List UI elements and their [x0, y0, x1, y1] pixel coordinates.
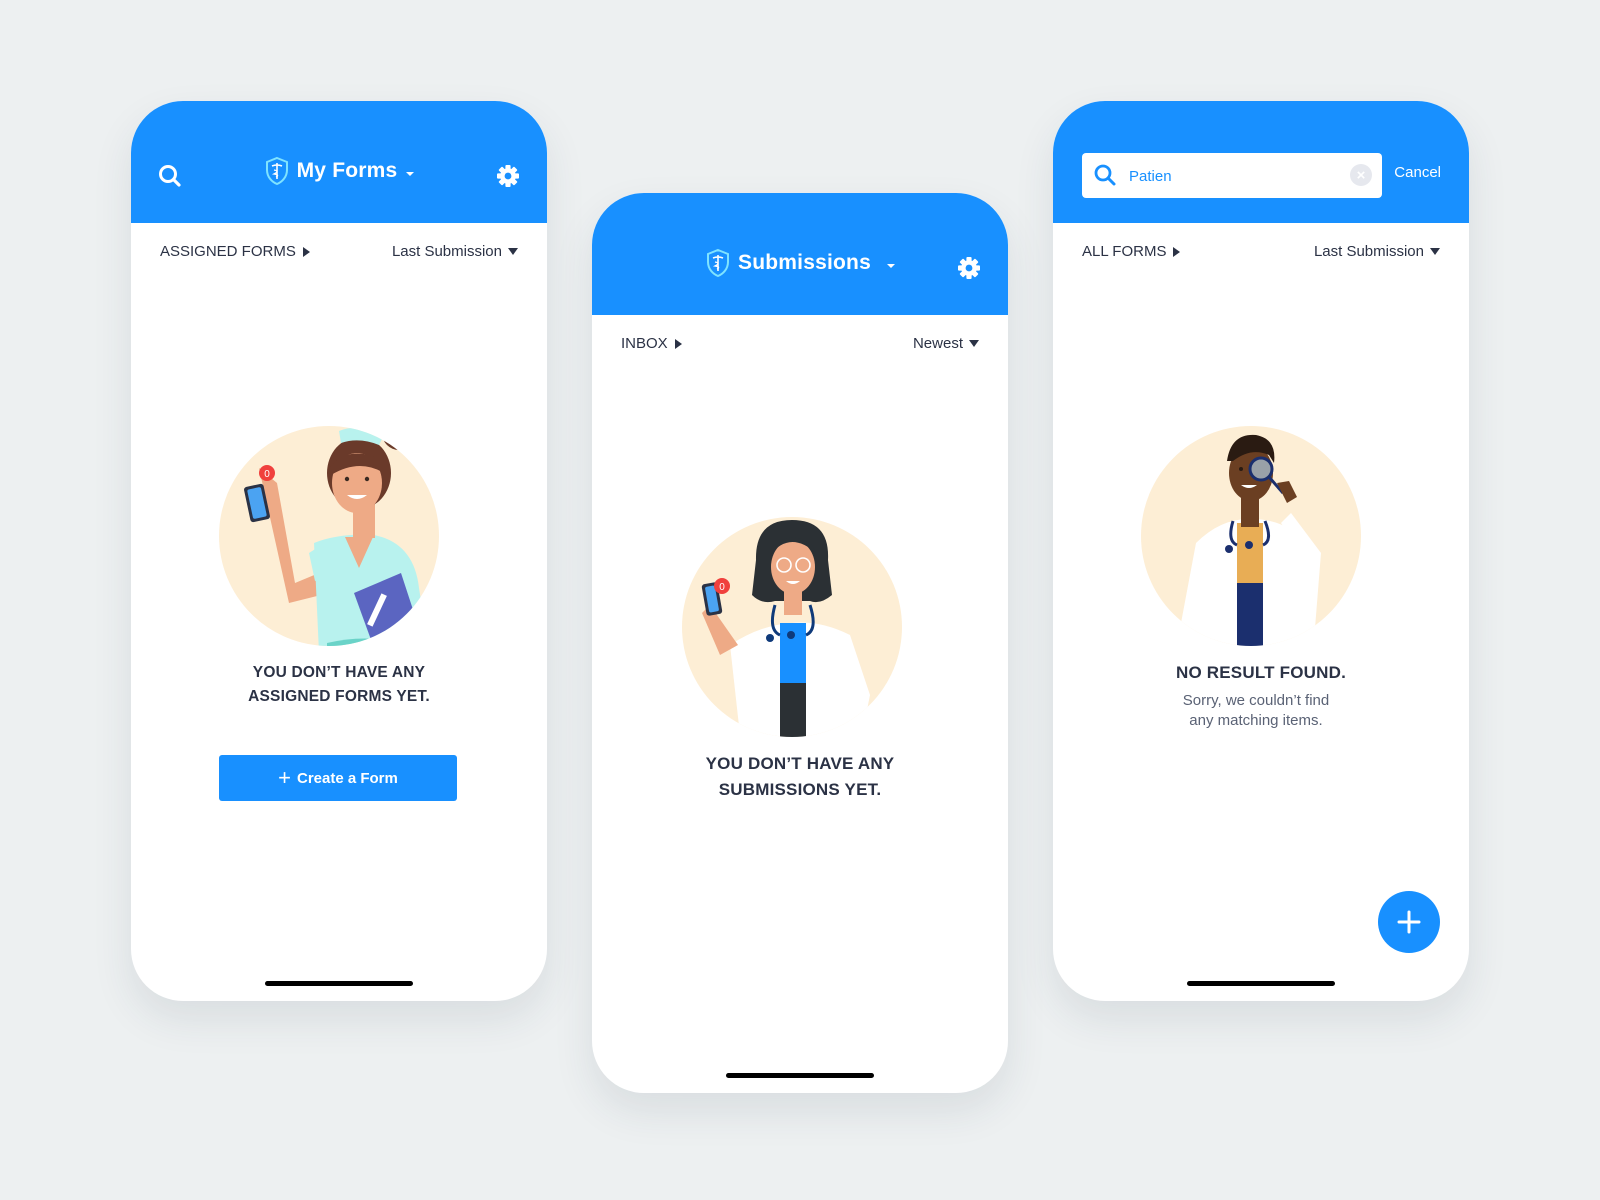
empty-state-title: YOU DON’T HAVE ANY SUBMISSIONS YET. — [592, 751, 1008, 803]
filter-label: ASSIGNED FORMS — [160, 243, 296, 260]
empty-title-line-2: ASSIGNED FORMS YET. — [248, 688, 430, 705]
home-indicator[interactable] — [1187, 981, 1335, 986]
caret-right-icon — [674, 338, 682, 349]
empty-sub-line-1: Sorry, we couldn’t find — [1182, 692, 1330, 709]
plus-icon — [1397, 910, 1421, 934]
search-field[interactable]: × — [1082, 153, 1382, 198]
sort-dropdown[interactable]: Newest — [913, 335, 979, 352]
badge-count: 0 — [264, 469, 270, 480]
empty-title-line-1: YOU DON’T HAVE ANY — [252, 664, 426, 681]
create-form-label: Create a Form — [296, 769, 398, 787]
create-form-button[interactable]: + Create a Form — [219, 755, 457, 801]
empty-sub-line-2: any matching items. — [1189, 712, 1323, 729]
empty-title-line-2: SUBMISSIONS YET. — [718, 780, 882, 799]
filter-dropdown[interactable]: INBOX — [621, 335, 682, 352]
app-header: My Forms — [131, 101, 547, 223]
phone-search: × Cancel ALL FORMS Last Submission — [1053, 101, 1469, 1001]
caret-down-icon — [1430, 248, 1440, 255]
sort-dropdown[interactable]: Last Submission — [392, 243, 518, 260]
sort-label: Last Submission — [1313, 243, 1424, 260]
title-dropdown[interactable]: Submissions — [592, 248, 1008, 278]
shield-caduceus-icon — [265, 156, 288, 186]
chevron-down-icon — [886, 264, 895, 268]
search-input[interactable] — [1127, 163, 1341, 189]
caret-down-icon — [508, 248, 518, 255]
empty-state-title: YOU DON’T HAVE ANY ASSIGNED FORMS YET. — [131, 661, 547, 709]
title-dropdown[interactable]: My Forms — [131, 156, 547, 186]
doctor-magnifier-illustration — [1141, 426, 1361, 646]
filter-dropdown[interactable]: ASSIGNED FORMS — [160, 243, 310, 260]
doctor-illustration: 0 — [682, 517, 902, 737]
empty-title-line-1: YOU DON’T HAVE ANY — [705, 754, 895, 773]
add-button[interactable] — [1378, 891, 1440, 953]
cancel-button[interactable]: Cancel — [1394, 164, 1441, 181]
app-header: × Cancel — [1053, 101, 1469, 223]
phone-my-forms: My Forms ASSIGNED FORMS Last Submission — [131, 101, 547, 1001]
sort-label: Newest — [912, 335, 963, 352]
page-title: Submissions — [738, 251, 871, 274]
nurse-illustration: 0 — [219, 426, 439, 646]
sort-label: Last Submission — [391, 243, 502, 260]
home-indicator[interactable] — [265, 981, 413, 986]
filter-bar: ALL FORMS Last Submission — [1053, 223, 1469, 281]
shield-caduceus-icon — [707, 248, 730, 278]
phone-submissions: Submissions INBOX Newest 0 YOU DON’T HAV… — [592, 193, 1008, 1093]
empty-state-subtitle: Sorry, we couldn’t find any matching ite… — [1053, 691, 1469, 731]
filter-label: ALL FORMS — [1082, 243, 1167, 260]
gear-icon[interactable] — [495, 163, 521, 189]
filter-bar: INBOX Newest — [592, 315, 1008, 373]
badge-count: 0 — [719, 582, 725, 593]
filter-bar: ASSIGNED FORMS Last Submission — [131, 223, 547, 281]
page-title: My Forms — [296, 159, 398, 182]
chevron-down-icon — [406, 172, 415, 176]
filter-dropdown[interactable]: ALL FORMS — [1082, 243, 1181, 260]
caret-right-icon — [1173, 246, 1181, 257]
gear-icon[interactable] — [956, 255, 982, 281]
sort-dropdown[interactable]: Last Submission — [1314, 243, 1440, 260]
app-header: Submissions — [592, 193, 1008, 315]
caret-right-icon — [302, 246, 310, 257]
plus-icon: + — [278, 765, 291, 790]
empty-state-title: NO RESULT FOUND. — [1175, 663, 1347, 682]
search-icon — [1094, 164, 1116, 186]
filter-label: INBOX — [621, 335, 668, 352]
clear-icon[interactable]: × — [1350, 164, 1372, 186]
home-indicator[interactable] — [726, 1073, 874, 1078]
caret-down-icon — [969, 340, 979, 347]
